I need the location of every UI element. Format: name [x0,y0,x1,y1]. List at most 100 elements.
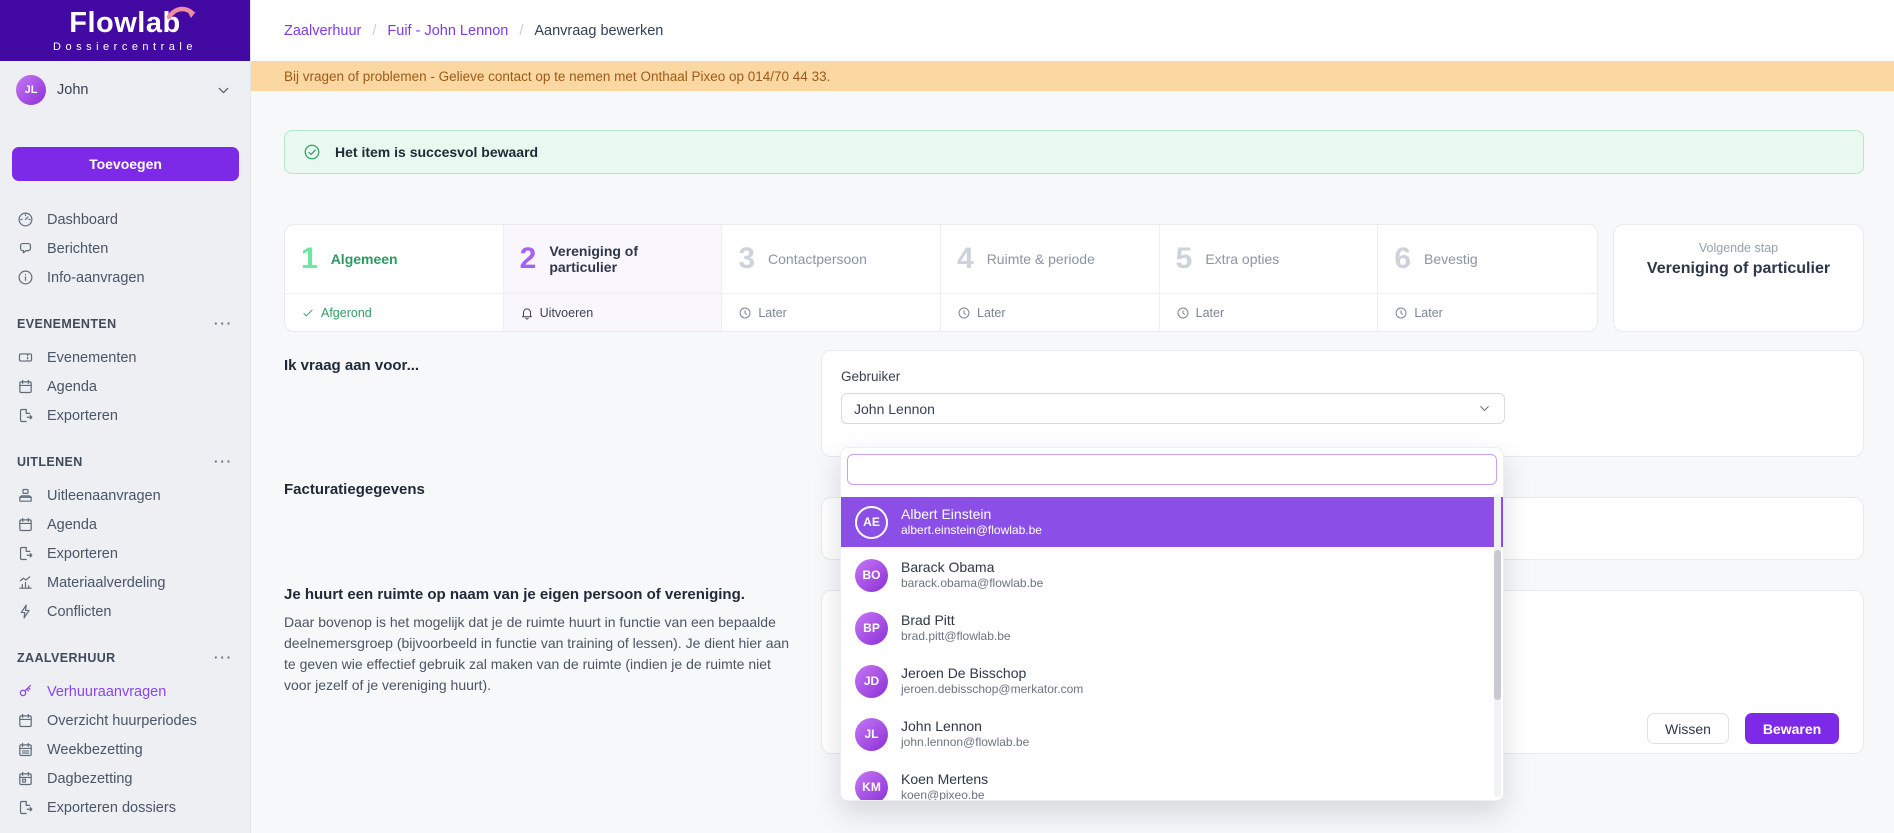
step-wizard: 1 Algemeen 2 Vereniging of particulier 3… [284,224,1598,332]
calendar-icon [17,516,34,533]
main-area: Zaalverhuur / Fuif - John Lennon / Aanvr… [251,0,1894,833]
step-label: Ruimte & periode [987,251,1095,267]
avatar: KM [855,771,888,802]
dropdown-option-jeroen-de-bisschop[interactable]: JD Jeroen De Bisschop jeroen.debisschop@… [841,656,1503,706]
sidebar-item-label: Dashboard [47,212,118,228]
chevron-down-icon [215,82,232,99]
option-name: John Lennon [901,718,1029,735]
breadcrumb-separator: / [519,23,523,39]
wizard-step-extra-opties[interactable]: 5 Extra opties [1160,225,1379,293]
save-button[interactable]: Bewaren [1745,713,1839,744]
dropdown-scrollbar[interactable] [1494,494,1501,797]
sidebar-item-conflicten[interactable]: Conflicten [0,597,250,626]
sidebar-item-dashboard[interactable]: Dashboard [0,205,250,234]
scrollbar-thumb[interactable] [1494,550,1501,700]
section-title-huur-info: Je huurt een ruimte op naam van je eigen… [284,586,745,603]
option-name: Albert Einstein [901,506,1042,523]
sidebar: Flowlab Dossiercentrale JL John Toevoege… [0,0,251,833]
next-step-card: Volgende stap Vereniging of particulier [1613,224,1864,332]
sidebar-item-evenementen[interactable]: Evenementen [0,343,250,372]
sidebar-item-exporteren-evenementen[interactable]: Exporteren [0,401,250,430]
wizard-step-bevestig[interactable]: 6 Bevestig [1378,225,1597,293]
dropdown-option-albert-einstein[interactable]: AE Albert Einstein albert.einstein@flowl… [841,497,1503,547]
gebruiker-select-value: John Lennon [854,401,935,417]
logo-swoosh-arrow-icon [167,5,197,21]
step-label: Bevestig [1424,251,1478,267]
gebruiker-field-label: Gebruiker [841,369,1863,384]
export-icon [17,407,34,424]
sidebar-item-dagbezetting[interactable]: Dagbezetting [0,764,250,793]
sidebar-item-label: Overzicht huurperiodes [47,713,197,729]
sidebar-section-uitlenen: UITLENEN ··· [0,454,250,469]
gebruiker-card: Gebruiker John Lennon [821,350,1864,457]
add-button[interactable]: Toevoegen [12,147,239,181]
gebruiker-dropdown: AE Albert Einstein albert.einstein@flowl… [840,447,1504,801]
step-number: 4 [957,244,974,274]
sidebar-item-materiaalverdeling[interactable]: Materiaalverdeling [0,568,250,597]
sidebar-item-label: Exporteren [47,546,118,562]
sidebar-item-berichten[interactable]: Berichten [0,234,250,263]
dropdown-search-input[interactable] [847,454,1497,485]
user-menu[interactable]: JL John [0,61,250,115]
sidebar-item-verhuuraanvragen[interactable]: Verhuuraanvragen [0,677,250,706]
step-number: 3 [738,244,755,274]
calendar-day-icon [17,770,34,787]
sidebar-item-agenda-uitlenen[interactable]: Agenda [0,510,250,539]
option-name: Koen Mertens [901,771,988,788]
section-title-facturatiegegevens: Facturatiegegevens [284,481,425,498]
step-label: Algemeen [331,251,398,267]
ellipsis-icon[interactable]: ··· [214,454,233,469]
step-label: Extra opties [1205,251,1279,267]
sidebar-item-exporteren-dossiers[interactable]: Exporteren dossiers [0,793,250,822]
dropdown-option-barack-obama[interactable]: BO Barack Obama barack.obama@flowlab.be [841,550,1503,600]
sidebar-item-info-aanvragen[interactable]: Info-aanvragen [0,263,250,292]
avatar: BP [855,612,888,645]
step-status-later: Later [1160,293,1379,331]
sidebar-item-weekbezetting[interactable]: Weekbezetting [0,735,250,764]
step-number: 1 [301,244,318,274]
step-status-afgerond: Afgerond [285,293,504,331]
option-email: albert.einstein@flowlab.be [901,523,1042,538]
option-email: jeroen.debisschop@merkator.com [901,682,1083,697]
dropdown-option-koen-mertens[interactable]: KM Koen Mertens koen@pixeo.be [841,762,1503,801]
wizard-step-ruimte-periode[interactable]: 4 Ruimte & periode [941,225,1160,293]
step-status-later: Later [1378,293,1597,331]
step-status-later: Later [722,293,941,331]
sidebar-item-uitleenaanvragen[interactable]: Uitleenaanvragen [0,481,250,510]
breadcrumb-link-dossier[interactable]: Fuif - John Lennon [387,23,508,39]
ticket-icon [17,349,34,366]
step-label: Contactpersoon [768,251,867,267]
clear-button[interactable]: Wissen [1647,713,1729,744]
wizard-step-vereniging[interactable]: 2 Vereniging of particulier [504,225,723,293]
info-icon [17,269,34,286]
clock-icon [738,306,752,320]
bolt-icon [17,603,34,620]
step-status-later: Later [941,293,1160,331]
wizard-step-contactpersoon[interactable]: 3 Contactpersoon [722,225,941,293]
sidebar-item-overzicht-huurperiodes[interactable]: Overzicht huurperiodes [0,706,250,735]
sidebar-item-agenda-evenementen[interactable]: Agenda [0,372,250,401]
dropdown-option-john-lennon[interactable]: JL John Lennon john.lennon@flowlab.be [841,709,1503,759]
sidebar-item-label: Evenementen [47,350,136,366]
status-label: Uitvoeren [540,306,594,320]
avatar: AE [855,506,888,539]
sidebar-item-exporteren-uitlenen[interactable]: Exporteren [0,539,250,568]
brand-subtitle: Dossiercentrale [53,41,197,53]
dropdown-option-brad-pitt[interactable]: BP Brad Pitt brad.pitt@flowlab.be [841,603,1503,653]
sidebar-item-label: Info-aanvragen [47,270,145,286]
sidebar-item-label: Agenda [47,517,97,533]
sidebar-item-label: Verhuuraanvragen [47,684,166,700]
sidebar-item-label: Exporteren dossiers [47,800,176,816]
ellipsis-icon[interactable]: ··· [214,650,233,665]
ellipsis-icon[interactable]: ··· [214,316,233,331]
wizard-step-algemeen[interactable]: 1 Algemeen [285,225,504,293]
breadcrumb-link-zaalverhuur[interactable]: Zaalverhuur [284,23,361,39]
app-logo[interactable]: Flowlab Dossiercentrale [0,0,250,61]
next-step-caption: Volgende stap [1614,241,1863,255]
avatar: JL [855,718,888,751]
gebruiker-select[interactable]: John Lennon [841,393,1505,424]
step-number: 6 [1394,244,1411,274]
sidebar-item-label: Materiaalverdeling [47,575,165,591]
export-icon [17,799,34,816]
sidebar-item-label: Berichten [47,241,108,257]
